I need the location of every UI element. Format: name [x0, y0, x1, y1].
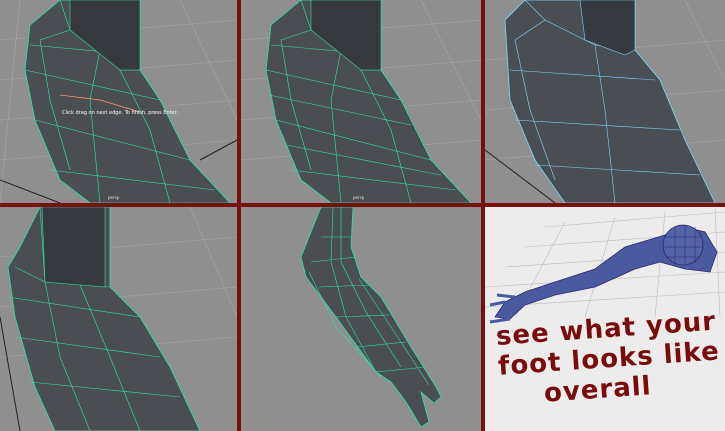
- viewport-panel-3: [485, 0, 725, 203]
- tool-hint-text: Click drag on next edge. To finish, pres…: [62, 110, 178, 116]
- viewport-panel-1: Click drag on next edge. To finish, pres…: [0, 0, 237, 203]
- viewport-panel-2: persp: [241, 0, 481, 203]
- camera-label: persp: [108, 195, 120, 200]
- tutorial-image-grid: Click drag on next edge. To finish, pres…: [0, 0, 725, 431]
- viewport-scene: [241, 0, 481, 203]
- viewport-panel-4: [0, 207, 237, 431]
- camera-label: persp: [353, 195, 365, 200]
- viewport-panel-5: [241, 207, 481, 431]
- handwritten-note: see what your foot looks like overall: [495, 306, 725, 412]
- viewport-scene: [485, 0, 725, 203]
- viewport-scene: [0, 0, 237, 203]
- viewport-scene: [0, 207, 237, 431]
- viewport-scene: [300, 207, 442, 428]
